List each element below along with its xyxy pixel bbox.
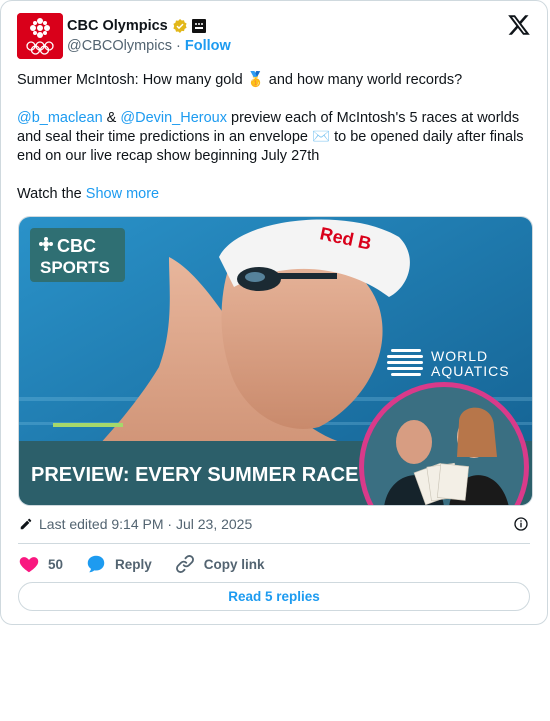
tweet-text: Summer McIntosh: How many gold 🥇 and how… [17, 71, 533, 223]
copy-link-label: Copy link [203, 556, 265, 572]
edited-timestamp[interactable]: Last edited 9:14 PM · Jul 23, 2025 [39, 516, 252, 532]
divider [18, 543, 530, 544]
preview-title: PREVIEW: EVERY SUMMER RACE [31, 464, 358, 486]
read-replies-label: Read 5 replies [228, 589, 320, 604]
gold-medal-emoji: 🥇 [246, 72, 265, 88]
copy-link-button[interactable]: Copy link [174, 553, 265, 575]
tweet-paragraph-3: Watch the Show more [17, 185, 533, 204]
heart-icon [19, 557, 39, 573]
author-name[interactable]: CBC Olympics [67, 18, 168, 34]
cbc-affiliate-badge-icon [191, 19, 206, 33]
tweet-text-segment: Summer McIntosh: How many gold [17, 72, 247, 88]
embedded-tweet-card: CBC Olympics @CBCOlympics · Follow Summe… [0, 0, 548, 625]
cbc-olympics-logo-icon [17, 13, 63, 59]
like-count: 50 [48, 556, 64, 572]
cbc-logo-text: CBC [57, 236, 96, 256]
tweet-paragraph-1: Summer McIntosh: How many gold 🥇 and how… [17, 71, 533, 90]
tweet-header: CBC Olympics @CBCOlympics · Follow [17, 13, 531, 61]
envelope-emoji: ✉️ [312, 129, 331, 145]
tweet-text-segment: & [102, 110, 121, 126]
author-handle[interactable]: @CBCOlympics [67, 38, 172, 54]
link-chain-icon [175, 555, 194, 573]
avatar[interactable] [17, 13, 63, 59]
handle-separator: · [175, 38, 181, 54]
reply-bubble-icon [87, 555, 105, 573]
mention-b-maclean[interactable]: @b_maclean [17, 110, 103, 126]
tweet-paragraph-2: @b_maclean & @Devin_Heroux preview each … [17, 109, 533, 166]
mention-devin-heroux[interactable]: @Devin_Heroux [120, 110, 227, 126]
preview-video-image: Red B CBC SPORTS WORLD AQUATICS PREVIEW:… [19, 217, 532, 505]
reply-button[interactable]: Reply [85, 553, 152, 575]
read-replies-button[interactable]: Read 5 replies [18, 582, 530, 611]
show-more-link[interactable]: Show more [86, 186, 159, 202]
like-button[interactable]: 50 [18, 553, 63, 575]
pencil-icon [20, 518, 32, 530]
verified-gold-badge-icon [173, 19, 187, 33]
reply-label: Reply [115, 556, 152, 572]
world-aquatics-line2: AQUATICS [431, 363, 510, 379]
info-icon[interactable] [513, 516, 529, 532]
edited-info: Last edited 9:14 PM · Jul 23, 2025 [19, 515, 529, 533]
tweet-text-segment: and how many world records? [264, 72, 463, 88]
x-logo-icon[interactable] [507, 13, 531, 37]
author-name-row: CBC Olympics [67, 18, 206, 34]
tweet-text-segment: Watch the [17, 186, 86, 202]
tweet-actions: 50 Reply Copy link [18, 551, 287, 577]
sports-logo-text: SPORTS [40, 258, 110, 277]
follow-button[interactable]: Follow [185, 38, 231, 54]
handle-row: @CBCOlympics · Follow [67, 38, 231, 54]
tweet-media-thumbnail[interactable]: Red B CBC SPORTS WORLD AQUATICS PREVIEW:… [18, 216, 533, 506]
world-aquatics-line1: WORLD [431, 348, 488, 364]
